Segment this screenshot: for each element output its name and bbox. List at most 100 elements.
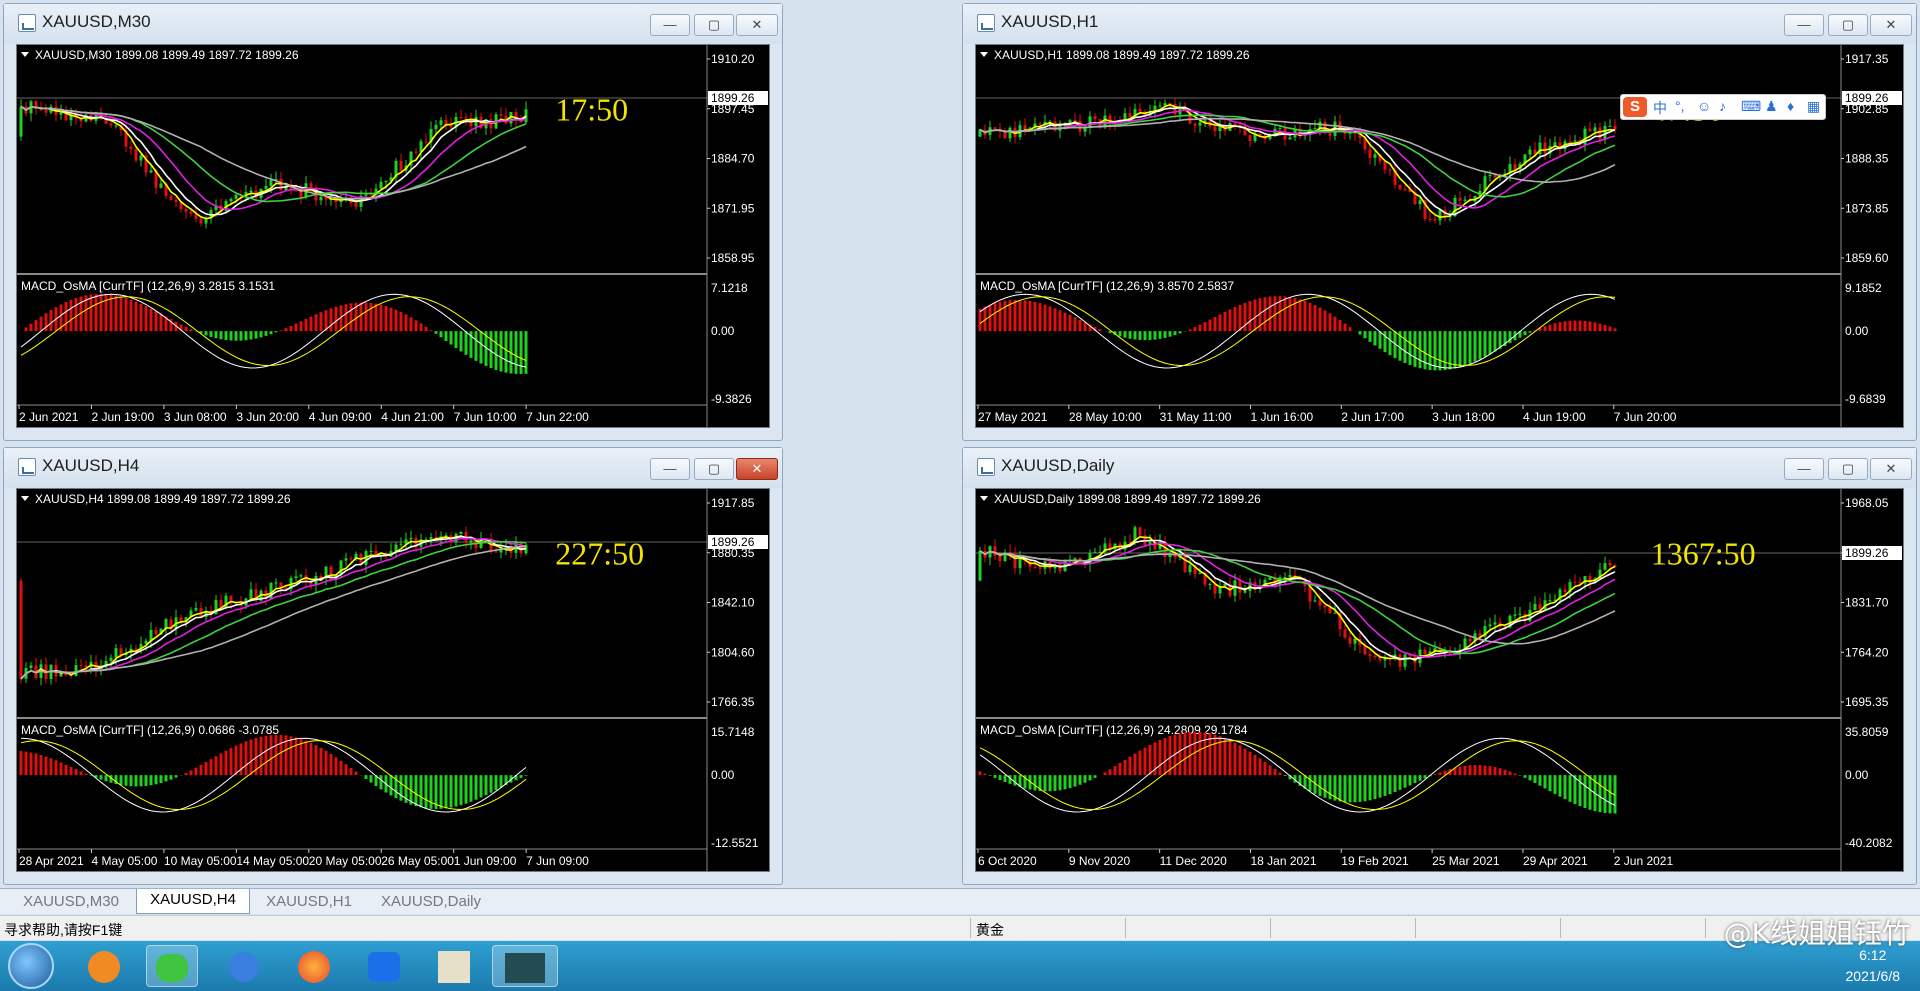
close-button[interactable]: ✕ <box>1870 458 1912 480</box>
start-button[interactable] <box>8 943 54 989</box>
chart-header: XAUUSD,H1 1899.08 1899.49 1897.72 1899.2… <box>994 48 1250 62</box>
chart-menu-arrow-icon <box>980 52 988 57</box>
taskbar-lanxin-icon[interactable] <box>358 945 410 987</box>
keyboard-icon[interactable]: ⌨ <box>1741 98 1761 115</box>
price-tick-label: 1804.60 <box>711 645 755 659</box>
menu-grid-icon[interactable]: ▦ <box>1807 98 1820 115</box>
tab-xauusd-m30[interactable]: XAUUSD,M30 <box>10 891 132 913</box>
ime-toolbar[interactable]: S 中 °, ☺ ♪ ⌨ ♟ ♦ ▦ <box>1620 94 1826 120</box>
taskbar-firefox-icon[interactable] <box>288 945 340 987</box>
taskbar-paint-icon[interactable] <box>428 945 480 987</box>
maximize-button[interactable]: ▢ <box>1828 458 1868 480</box>
status-symbol: 黄金 <box>976 922 1004 938</box>
chart-window-h1[interactable]: XAUUSD,H1 — ▢ ✕ XAUUSD,H1 1899.08 1899.4… <box>962 3 1917 441</box>
emoji-icon[interactable]: ☺ <box>1697 98 1711 114</box>
time-tick-label: 18 Jan 2021 <box>1250 854 1316 868</box>
time-tick-label: 3 Jun 20:00 <box>236 410 299 424</box>
current-price-label: 1899.26 <box>711 91 755 105</box>
chart-plot[interactable]: XAUUSD,M30 1899.08 1899.49 1897.72 1899.… <box>16 44 770 428</box>
close-button[interactable]: ✕ <box>736 458 778 480</box>
punctuation-icon[interactable]: °, <box>1675 98 1685 114</box>
time-tick-label: 4 Jun 09:00 <box>309 410 372 424</box>
maximize-button[interactable]: ▢ <box>694 14 734 36</box>
taskbar-metatrader-icon[interactable] <box>492 945 558 987</box>
current-price-label: 1899.26 <box>711 535 755 549</box>
time-tick-label: 2 Jun 2021 <box>19 410 79 424</box>
minimize-button[interactable]: — <box>650 458 690 480</box>
price-tick-label: 1842.10 <box>711 596 755 610</box>
macd-tick-label: 0.00 <box>711 324 735 338</box>
price-tick-label: 1884.70 <box>711 152 755 166</box>
chart-window-icon <box>977 14 995 32</box>
chart-header: XAUUSD,Daily 1899.08 1899.49 1897.72 189… <box>994 492 1261 506</box>
time-tick-label: 1 Jun 16:00 <box>1250 410 1313 424</box>
tab-xauusd-h1[interactable]: XAUUSD,H1 <box>254 891 364 913</box>
taskbar-app-orange-icon[interactable] <box>78 945 130 987</box>
time-tick-label: 2 Jun 2021 <box>1614 854 1674 868</box>
macd-tick-label: 0.00 <box>1845 768 1869 782</box>
chart-menu-arrow-icon <box>21 52 29 57</box>
time-tick-label: 4 Jun 19:00 <box>1523 410 1586 424</box>
chart-plot[interactable]: XAUUSD,H4 1899.08 1899.49 1897.72 1899.2… <box>16 488 770 872</box>
skin-icon[interactable]: ♦ <box>1787 98 1794 114</box>
minimize-button[interactable]: — <box>1784 458 1824 480</box>
macd-tick-label: 7.1218 <box>711 281 748 295</box>
macd-label: MACD_OsMA [CurrTF] (12,26,9) 3.2815 3.15… <box>21 279 275 293</box>
tab-xauusd-h4[interactable]: XAUUSD,H4 <box>136 889 250 914</box>
chart-window-icon <box>18 458 36 476</box>
time-tick-label: 4 Jun 21:00 <box>381 410 444 424</box>
minimize-button[interactable]: — <box>1784 14 1824 36</box>
price-tick-label: 1910.20 <box>711 52 755 66</box>
time-tick-label: 31 May 11:00 <box>1160 410 1232 424</box>
window-title: XAUUSD,H1 <box>1001 12 1099 31</box>
bar-countdown-timer: 1367:50 <box>1651 536 1756 572</box>
macd-tick-label: -9.6839 <box>1845 392 1886 406</box>
chart-window-m30[interactable]: XAUUSD,M30 — ▢ ✕ XAUUSD,M30 1899.08 1899… <box>3 3 783 441</box>
time-tick-label: 11 Dec 2020 <box>1160 854 1227 868</box>
time-tick-label: 28 May 10:00 <box>1069 410 1142 424</box>
taskbar-wechat-icon[interactable] <box>146 945 198 987</box>
time-tick-label: 7 Jun 22:00 <box>526 410 589 424</box>
chart-canvas: XAUUSD,H4 1899.08 1899.49 1897.72 1899.2… <box>17 489 768 871</box>
time-tick-label: 9 Nov 2020 <box>1069 854 1131 868</box>
watermark: @K线姐姐钰竹 <box>1723 917 1910 950</box>
chinese-mode-icon[interactable]: 中 <box>1653 98 1667 118</box>
price-tick-label: 1917.35 <box>1845 52 1889 66</box>
clock-date: 2021/6/8 <box>1845 968 1901 984</box>
time-tick-label: 7 Jun 10:00 <box>454 410 517 424</box>
chart-window-daily[interactable]: XAUUSD,Daily — ▢ ✕ XAUUSD,Daily 1899.08 … <box>962 447 1917 885</box>
time-tick-label: 29 Apr 2021 <box>1523 854 1588 868</box>
window-title: XAUUSD,Daily <box>1001 456 1115 475</box>
tab-xauusd-daily[interactable]: XAUUSD,Daily <box>368 891 494 913</box>
macd-tick-label: 0.00 <box>711 768 735 782</box>
chart-canvas: XAUUSD,Daily 1899.08 1899.49 1897.72 189… <box>976 489 1902 871</box>
chart-menu-arrow-icon <box>980 496 988 501</box>
price-tick-label: 1888.35 <box>1845 152 1889 166</box>
maximize-button[interactable]: ▢ <box>1828 14 1868 36</box>
price-tick-label: 1766.35 <box>711 695 755 709</box>
time-tick-label: 28 Apr 2021 <box>19 854 84 868</box>
time-tick-label: 2 Jun 19:00 <box>91 410 154 424</box>
time-tick-label: 3 Jun 08:00 <box>164 410 227 424</box>
price-tick-label: 1871.95 <box>711 201 755 215</box>
chart-window-h4[interactable]: XAUUSD,H4 — ▢ ✕ XAUUSD,H4 1899.08 1899.4… <box>3 447 783 885</box>
time-tick-label: 3 Jun 18:00 <box>1432 410 1495 424</box>
taskbar-pen-app-icon[interactable] <box>218 945 270 987</box>
maximize-button[interactable]: ▢ <box>694 458 734 480</box>
sogou-icon[interactable]: S <box>1623 97 1647 117</box>
chart-plot[interactable]: XAUUSD,Daily 1899.08 1899.49 1897.72 189… <box>975 488 1904 872</box>
title-bar[interactable] <box>963 4 1916 44</box>
chart-window-icon <box>977 458 995 476</box>
chart-canvas: XAUUSD,M30 1899.08 1899.49 1897.72 1899.… <box>17 45 768 427</box>
microphone-icon[interactable]: ♪ <box>1719 98 1726 114</box>
close-button[interactable]: ✕ <box>736 14 778 36</box>
minimize-button[interactable]: — <box>650 14 690 36</box>
status-bar: 寻求帮助,请按F1键 黄金 <box>0 915 1920 940</box>
user-icon[interactable]: ♟ <box>1765 98 1778 115</box>
macd-tick-label: -9.3826 <box>711 392 752 406</box>
macd-tick-label: -12.5521 <box>711 836 759 850</box>
price-tick-label: 1831.70 <box>1845 596 1889 610</box>
close-button[interactable]: ✕ <box>1870 14 1912 36</box>
price-tick-label: 1859.60 <box>1845 251 1889 265</box>
macd-tick-label: -40.2082 <box>1845 836 1893 850</box>
